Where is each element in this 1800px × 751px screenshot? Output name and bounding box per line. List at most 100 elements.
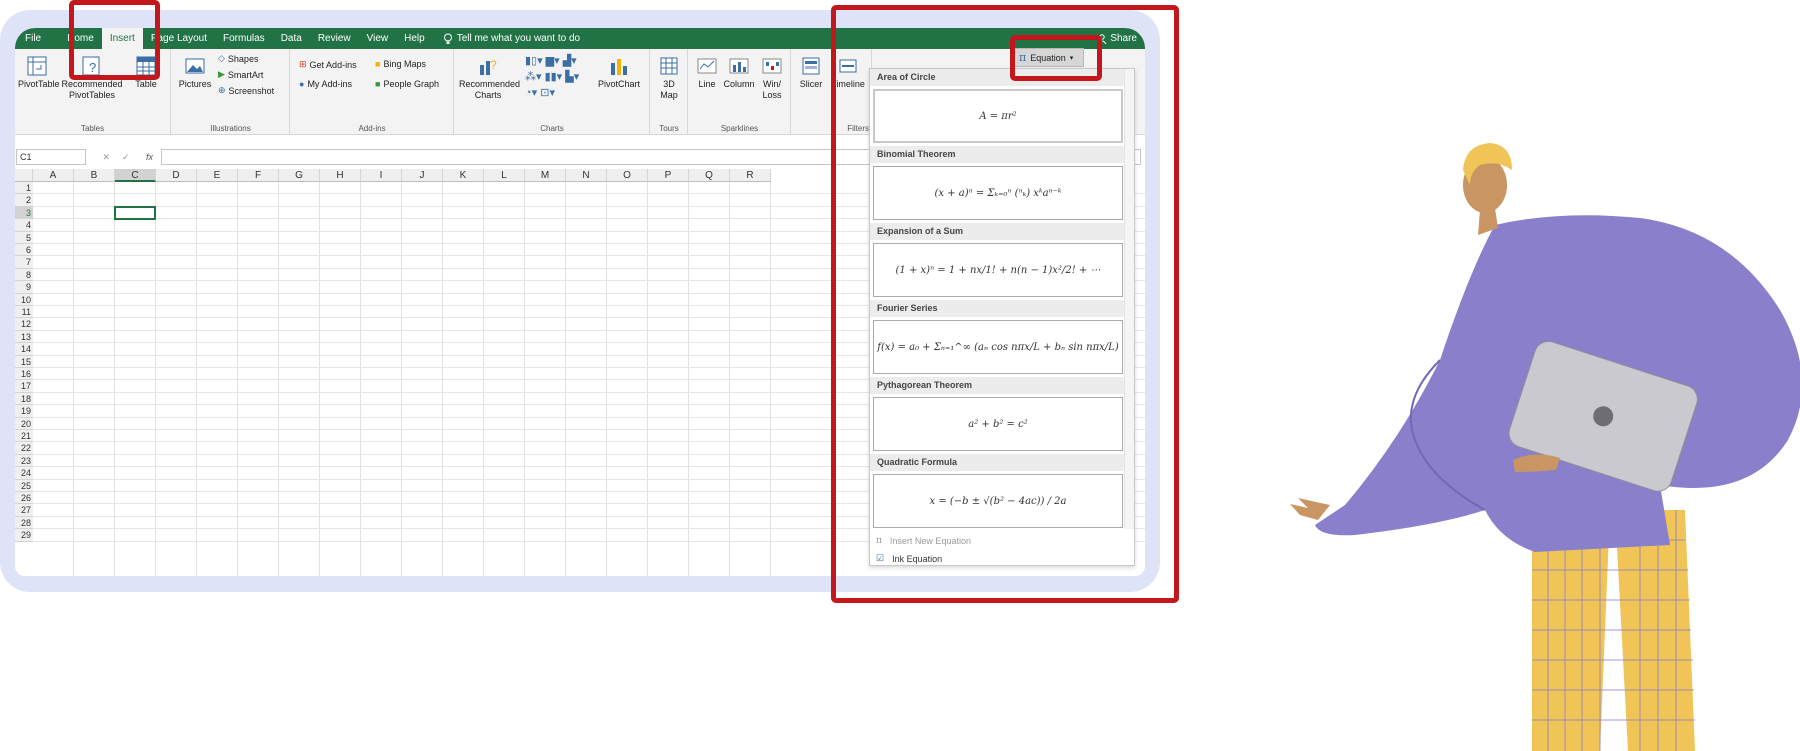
group-label-sparklines: Sparklines — [720, 124, 759, 133]
bing-maps-button[interactable]: ■ Bing Maps — [375, 59, 426, 69]
row-header-12[interactable]: 12 — [15, 318, 33, 331]
column-header-H[interactable]: H — [320, 169, 361, 182]
row-header-1[interactable]: 1 — [15, 182, 33, 195]
addins-icon: ● — [299, 79, 305, 89]
smartart-button[interactable]: ▶ SmartArt — [218, 69, 263, 80]
row-header-19[interactable]: 19 — [15, 405, 33, 418]
row-header-25[interactable]: 25 — [15, 479, 33, 492]
group-label-addins: Add-ins — [358, 124, 386, 133]
chart-gallery[interactable]: ▮▯▾ ▆▾ ▟▾ ⁂▾ ▮▮▾ ▙▾ ◔▾ ⊡▾ — [525, 53, 589, 101]
picture-icon — [185, 58, 205, 74]
enter-icon[interactable]: ✓ — [122, 152, 130, 163]
slicer-label: Slicer — [799, 79, 823, 89]
get-addins-button[interactable]: ⊞ Get Add-ins — [299, 59, 357, 70]
tab-view[interactable]: View — [359, 28, 397, 49]
column-header-D[interactable]: D — [156, 169, 197, 182]
screenshot-label: Screenshot — [228, 85, 275, 96]
bing-icon: ■ — [375, 59, 381, 69]
column-header-I[interactable]: I — [361, 169, 402, 182]
3d-map-button[interactable]: 3D Map — [654, 55, 684, 101]
pivottable-icon — [27, 56, 47, 76]
row-header-16[interactable]: 16 — [15, 368, 33, 381]
row-header-7[interactable]: 7 — [15, 256, 33, 269]
cancel-icon[interactable]: ✕ — [102, 152, 110, 163]
row-header-3[interactable]: 3 — [15, 206, 33, 220]
screenshot-icon: ⊕ — [218, 85, 226, 95]
pivotchart-icon — [611, 59, 627, 75]
insert-function-icon[interactable]: fx — [146, 152, 153, 162]
my-addins-button[interactable]: ● My Add-ins — [299, 79, 352, 89]
tab-help[interactable]: Help — [396, 28, 433, 49]
column-header-R[interactable]: R — [730, 169, 771, 182]
tab-formulas[interactable]: Formulas — [215, 28, 273, 49]
column-header-F[interactable]: F — [238, 169, 279, 182]
smartart-icon: ▶ — [218, 69, 225, 79]
sparkline-line-button[interactable]: Line — [693, 55, 721, 90]
pivotchart-button[interactable]: PivotChart — [593, 55, 645, 90]
tab-file[interactable]: File — [15, 28, 49, 49]
column-header-P[interactable]: P — [648, 169, 689, 182]
shapes-label: Shapes — [227, 53, 259, 64]
select-all-corner[interactable] — [15, 169, 33, 182]
column-header-M[interactable]: M — [525, 169, 566, 182]
formula-controls: ✕ ✓ — [86, 152, 146, 163]
table-label: Table — [135, 79, 157, 89]
row-header-9[interactable]: 9 — [15, 281, 33, 294]
row-header-4[interactable]: 4 — [15, 219, 33, 232]
row-header-6[interactable]: 6 — [15, 244, 33, 257]
recommended-charts-button[interactable]: ? Recommended Charts — [459, 55, 520, 101]
tab-review[interactable]: Review — [310, 28, 359, 49]
column-header-E[interactable]: E — [197, 169, 238, 182]
row-header-14[interactable]: 14 — [15, 343, 33, 356]
line-sparkline-icon — [697, 58, 717, 74]
pivottable-button[interactable]: PivotTable — [18, 55, 60, 90]
column-header-Q[interactable]: Q — [689, 169, 730, 182]
smartart-label: SmartArt — [227, 69, 264, 80]
row-header-17[interactable]: 17 — [15, 380, 33, 393]
column-header-O[interactable]: O — [607, 169, 648, 182]
shapes-icon: ◇ — [218, 53, 225, 63]
sparkline-winloss-button[interactable]: Win/ Loss — [757, 55, 787, 101]
group-label-tables: Tables — [80, 124, 105, 133]
3d-map-label: 3D Map — [660, 79, 678, 100]
row-header-8[interactable]: 8 — [15, 268, 33, 282]
shapes-button[interactable]: ◇ Shapes — [218, 53, 258, 64]
get-addins-label: Get Add-ins — [309, 59, 357, 70]
column-header-A[interactable]: A — [33, 169, 74, 182]
sparkline-column-button[interactable]: Column — [723, 55, 755, 90]
row-header-28[interactable]: 28 — [15, 516, 33, 530]
pictures-button[interactable]: Pictures — [178, 55, 212, 90]
selected-cell[interactable] — [114, 205, 156, 221]
row-header-2[interactable]: 2 — [15, 194, 33, 207]
row-header-18[interactable]: 18 — [15, 392, 33, 406]
row-header-10[interactable]: 10 — [15, 293, 33, 306]
row-header-23[interactable]: 23 — [15, 454, 33, 468]
column-header-C[interactable]: C — [115, 169, 156, 182]
column-header-J[interactable]: J — [402, 169, 443, 182]
column-header-G[interactable]: G — [279, 169, 320, 182]
row-header-24[interactable]: 24 — [15, 467, 33, 480]
row-header-11[interactable]: 11 — [15, 306, 33, 319]
name-box[interactable]: C1 — [16, 149, 86, 165]
row-header-15[interactable]: 15 — [15, 355, 33, 368]
row-header-13[interactable]: 13 — [15, 330, 33, 344]
slicer-button[interactable]: Slicer — [796, 55, 826, 90]
row-header-26[interactable]: 26 — [15, 492, 33, 505]
screenshot-button[interactable]: ⊕ Screenshot — [218, 85, 274, 96]
people-graph-icon: ■ — [375, 79, 381, 89]
row-header-21[interactable]: 21 — [15, 430, 33, 443]
row-header-29[interactable]: 29 — [15, 529, 33, 542]
people-graph-button[interactable]: ■ People Graph — [375, 79, 439, 89]
row-header-20[interactable]: 20 — [15, 417, 33, 430]
column-header-N[interactable]: N — [566, 169, 607, 182]
tab-data[interactable]: Data — [273, 28, 310, 49]
column-header-L[interactable]: L — [484, 169, 525, 182]
bing-maps-label: Bing Maps — [383, 59, 426, 69]
group-tours: 3D Map Tours — [651, 49, 688, 135]
column-header-K[interactable]: K — [443, 169, 484, 182]
tell-me-search[interactable]: Tell me what you want to do — [443, 33, 580, 45]
row-header-27[interactable]: 27 — [15, 504, 33, 517]
row-header-5[interactable]: 5 — [15, 231, 33, 244]
column-header-B[interactable]: B — [74, 169, 115, 182]
row-header-22[interactable]: 22 — [15, 442, 33, 455]
